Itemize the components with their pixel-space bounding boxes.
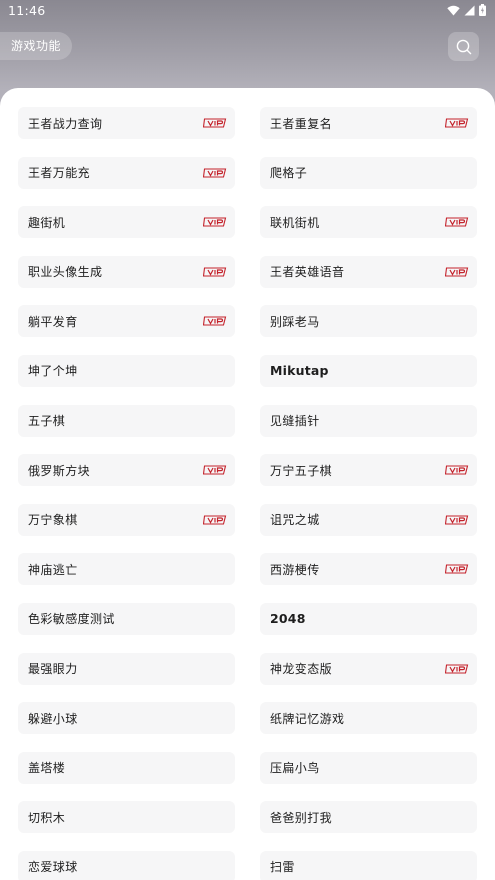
header: 游戏功能 xyxy=(0,22,495,72)
game-card-label: 躲避小球 xyxy=(28,711,78,726)
game-card[interactable]: 爬格子 xyxy=(260,156,477,189)
status-bar: 11:46 xyxy=(0,0,495,22)
game-card-label: 神庙逃亡 xyxy=(28,562,78,577)
game-card[interactable]: 职业头像生成 xyxy=(18,255,235,288)
game-card[interactable]: 联机街机 xyxy=(260,206,477,239)
game-card[interactable]: 王者重复名 xyxy=(260,107,477,139)
game-card[interactable]: 五子棋 xyxy=(18,404,235,437)
search-button[interactable] xyxy=(448,32,479,61)
game-card-label: 最强眼力 xyxy=(28,662,78,677)
game-card[interactable]: 神龙变态版 xyxy=(260,652,477,685)
game-card[interactable]: 万宁五子棋 xyxy=(260,454,477,487)
game-card-label: 爸爸别打我 xyxy=(270,810,333,825)
game-card-label: 别踩老马 xyxy=(270,314,320,329)
vip-badge-icon xyxy=(445,663,469,674)
game-card-label: 爬格子 xyxy=(270,166,308,181)
game-card[interactable]: 躲避小球 xyxy=(18,702,235,735)
game-card[interactable]: 色彩敏感度测试 xyxy=(18,602,235,635)
game-card[interactable]: 王者战力查询 xyxy=(18,107,235,139)
game-card-label: 纸牌记忆游戏 xyxy=(270,711,345,726)
game-card-label: 王者重复名 xyxy=(270,116,333,131)
game-card[interactable]: 王者万能充 xyxy=(18,156,235,189)
game-card-label: 联机街机 xyxy=(270,215,320,230)
game-card-label: 压扁小鸟 xyxy=(270,761,320,776)
vip-badge-icon xyxy=(445,267,469,277)
wifi-icon xyxy=(447,5,460,15)
vip-badge-icon xyxy=(445,515,469,525)
vip-badge-icon xyxy=(445,465,469,475)
vip-badge-icon xyxy=(203,465,227,475)
game-card[interactable]: 恋爱球球 xyxy=(18,850,235,880)
game-card[interactable]: 王者英雄语音 xyxy=(260,255,477,288)
game-card-label: Mikutap xyxy=(270,363,329,379)
cellular-signal-icon xyxy=(464,5,475,15)
game-card[interactable]: 扫雷 xyxy=(260,850,477,880)
game-card[interactable]: 盖塔楼 xyxy=(18,751,235,784)
vip-badge-icon xyxy=(203,118,227,128)
game-card[interactable]: 切积木 xyxy=(18,801,235,834)
game-card-label: 躺平发育 xyxy=(28,314,78,329)
vip-badge-icon xyxy=(445,118,469,128)
game-card[interactable]: 趣街机 xyxy=(18,206,235,239)
game-card[interactable]: 躺平发育 xyxy=(18,305,235,338)
game-grid: 王者战力查询 王者重复名王者万能充 爬格子趣街机 联机街机职业头像生成 王者英雄语音躺平… xyxy=(18,107,477,880)
game-card-label: 扫雷 xyxy=(270,860,295,875)
battery-icon xyxy=(479,4,486,16)
game-card[interactable]: 坤了个坤 xyxy=(18,354,235,387)
game-card[interactable]: 纸牌记忆游戏 xyxy=(260,702,477,735)
game-card-label: 西游梗传 xyxy=(270,562,320,577)
game-card[interactable]: 万宁象棋 xyxy=(18,503,235,536)
game-card[interactable]: 别踩老马 xyxy=(260,305,477,338)
game-card[interactable]: 压扁小鸟 xyxy=(260,751,477,784)
vip-badge-icon xyxy=(203,217,227,227)
status-time: 11:46 xyxy=(8,3,46,18)
vip-badge-icon xyxy=(445,564,469,574)
game-card-label: 王者英雄语音 xyxy=(270,265,345,280)
status-icons xyxy=(447,4,486,16)
game-card-label: 趣街机 xyxy=(28,215,66,230)
vip-badge-icon xyxy=(203,267,227,277)
game-card[interactable]: 见缝插针 xyxy=(260,404,477,437)
game-card-label: 万宁五子棋 xyxy=(270,463,333,478)
game-card-label: 王者万能充 xyxy=(28,166,91,181)
game-list-sheet[interactable]: 王者战力查询 王者重复名王者万能充 爬格子趣街机 联机街机职业头像生成 王者英雄语音躺平… xyxy=(0,88,495,880)
game-features-tab[interactable]: 游戏功能 xyxy=(0,32,72,60)
game-card-label: 五子棋 xyxy=(28,414,66,429)
vip-badge-icon xyxy=(203,168,227,178)
game-card[interactable]: 西游梗传 xyxy=(260,553,477,586)
game-card-label: 王者战力查询 xyxy=(28,116,103,131)
game-card-label: 神龙变态版 xyxy=(270,662,333,677)
game-card[interactable]: 爸爸别打我 xyxy=(260,801,477,834)
game-card-label: 万宁象棋 xyxy=(28,513,78,528)
game-card-label: 盖塔楼 xyxy=(28,761,66,776)
game-card-label: 恋爱球球 xyxy=(28,860,78,875)
game-card[interactable]: 诅咒之城 xyxy=(260,503,477,536)
game-card[interactable]: Mikutap xyxy=(260,354,477,387)
game-card-label: 见缝插针 xyxy=(270,414,320,429)
game-features-label: 游戏功能 xyxy=(11,39,62,53)
game-card-label: 诅咒之城 xyxy=(270,513,320,528)
game-card-label: 色彩敏感度测试 xyxy=(28,612,115,627)
search-icon xyxy=(456,39,471,54)
game-card-label: 俄罗斯方块 xyxy=(28,463,91,478)
vip-badge-icon xyxy=(203,515,227,525)
game-card[interactable]: 2048 xyxy=(260,602,477,635)
vip-badge-icon xyxy=(203,316,227,326)
game-card-label: 切积木 xyxy=(28,810,66,825)
game-card-label: 坤了个坤 xyxy=(28,364,78,379)
game-card[interactable]: 神庙逃亡 xyxy=(18,553,235,586)
vip-badge-icon xyxy=(445,217,469,227)
game-card-label: 职业头像生成 xyxy=(28,265,103,280)
game-card-label: 2048 xyxy=(270,611,306,627)
game-card[interactable]: 俄罗斯方块 xyxy=(18,454,235,487)
game-card[interactable]: 最强眼力 xyxy=(18,652,235,685)
